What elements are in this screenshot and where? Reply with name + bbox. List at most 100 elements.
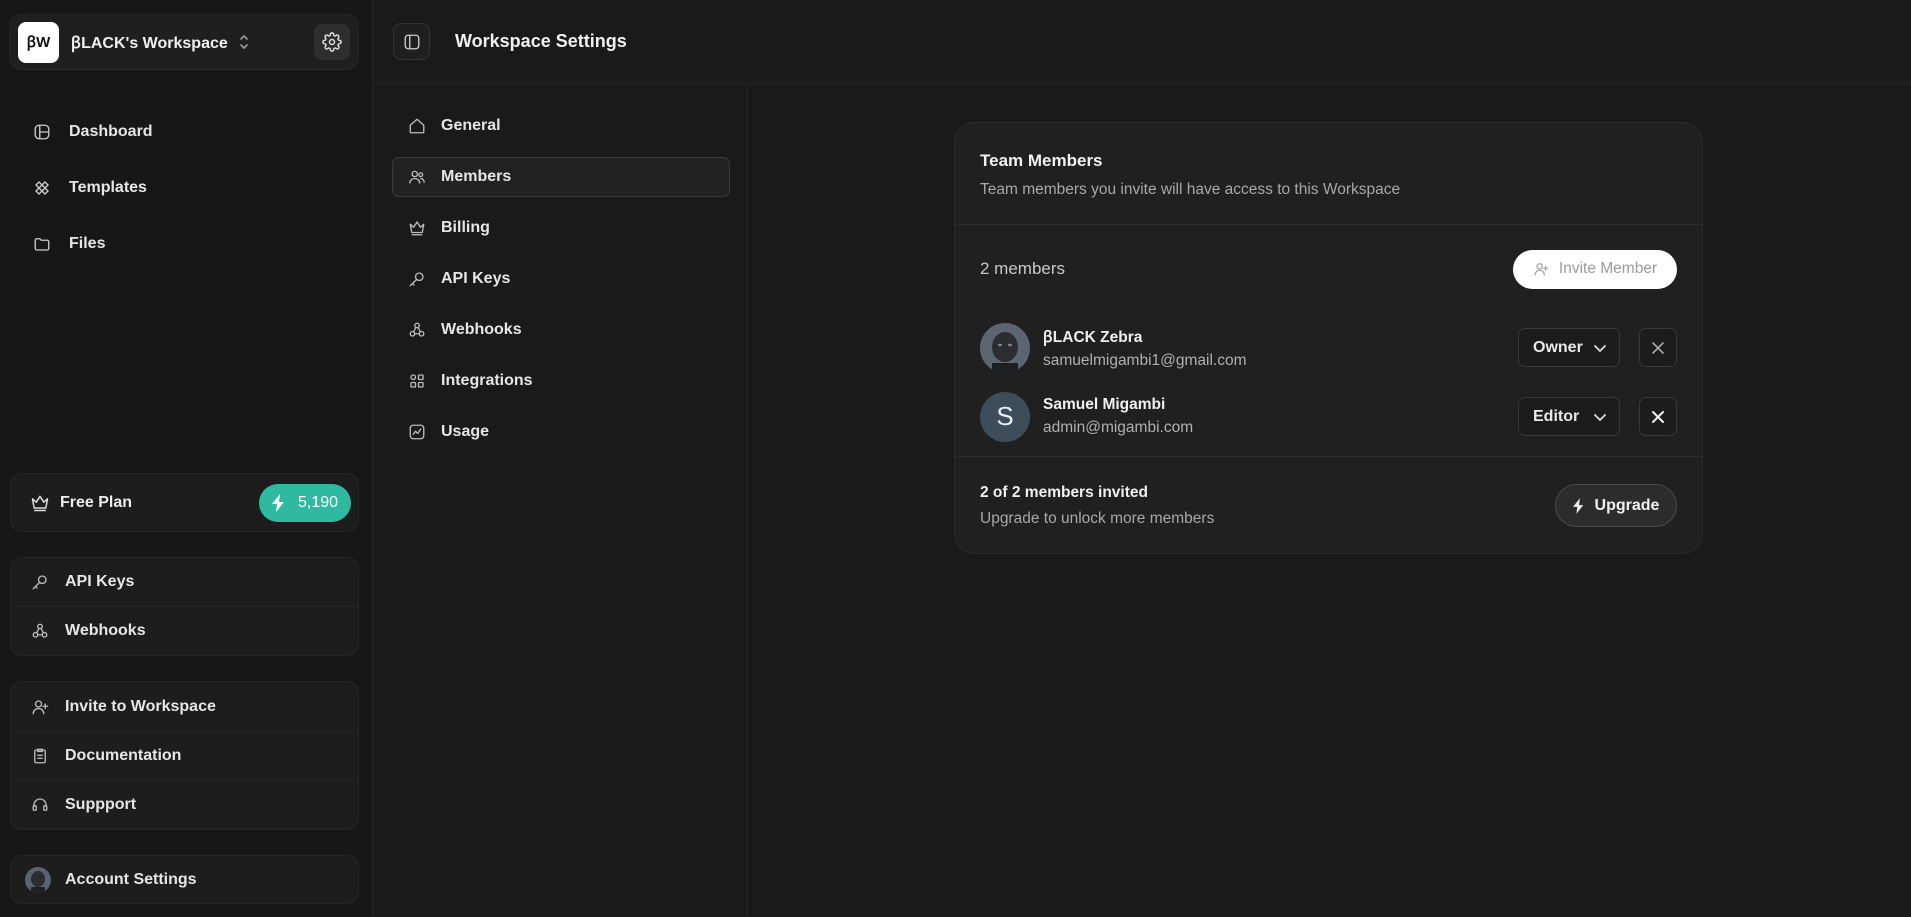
sidebar-item-webhooks[interactable]: Webhooks (11, 606, 358, 654)
crown-icon (30, 493, 50, 513)
lightning-icon (1572, 497, 1585, 514)
user-plus-icon (1533, 261, 1549, 277)
chevron-down-icon (1593, 341, 1607, 355)
card-subtitle: Team members you invite will have access… (980, 181, 1401, 198)
settings-nav: General Members Billing API Keys Webhook… (374, 85, 748, 917)
close-icon (1651, 410, 1665, 424)
sidebar-item-documentation[interactable]: Documentation (11, 731, 358, 780)
upgrade-label: Upgrade (1594, 496, 1660, 514)
settings-tab-label: Integrations (441, 372, 533, 389)
main-nav: Dashboard Templates Files (20, 104, 350, 272)
role-value: Editor (1533, 407, 1580, 425)
settings-tab-label: Webhooks (441, 321, 522, 338)
nav-item-files[interactable]: Files (20, 216, 350, 272)
sidebar-item-support[interactable]: Suppport (11, 780, 358, 829)
members-invited-count: 2 of 2 members invited (980, 483, 1148, 501)
avatar (25, 866, 51, 893)
invite-member-label: Invite Member (1558, 260, 1658, 277)
member-row: ꞵLACK Zebra samuelmigambi1@gmail.com Own… (955, 313, 1702, 382)
webhook-icon (407, 320, 427, 340)
role-select[interactable]: Owner (1518, 328, 1620, 367)
member-name: Samuel Migambi (1043, 396, 1166, 413)
settings-tab-api-keys[interactable]: API Keys (392, 259, 730, 299)
team-members-header: Team Members Team members you invite wil… (955, 123, 1702, 225)
credits-value: 5,190 (297, 493, 339, 511)
settings-tab-label: Usage (441, 423, 490, 440)
upgrade-button[interactable]: Upgrade (1555, 484, 1677, 527)
settings-tab-billing[interactable]: Billing (392, 208, 730, 248)
sidebar-item-label: API Keys (65, 573, 135, 590)
chart-icon (407, 422, 427, 442)
plan-label: Free Plan (60, 493, 133, 511)
member-name: ꞵLACK Zebra (1043, 329, 1143, 346)
settings-tab-webhooks[interactable]: Webhooks (392, 310, 730, 350)
sidebar-item-label: Invite to Workspace (65, 697, 216, 715)
sidebar-item-label: Suppport (65, 796, 137, 813)
clipboard-icon (30, 746, 50, 766)
page-title: Workspace Settings (455, 31, 627, 51)
remove-member-button[interactable] (1639, 397, 1677, 436)
lightning-icon (271, 493, 286, 512)
workspace-name: ꞵLACK's Workspace (71, 35, 228, 52)
home-icon (407, 116, 427, 136)
webhook-icon (30, 621, 50, 641)
sidebar: ꞵW ꞵLACK's Workspace Dashboard Templates (0, 0, 373, 917)
nav-item-templates[interactable]: Templates (20, 160, 350, 216)
nav-item-label: Files (69, 235, 106, 252)
members-count: 2 members (980, 259, 1066, 278)
workspace-logo: ꞵW (18, 21, 59, 63)
toggle-sidebar-button[interactable] (393, 23, 430, 60)
settings-tab-label: API Keys (441, 270, 511, 287)
sidebar-item-invite[interactable]: Invite to Workspace (11, 682, 358, 731)
role-value: Owner (1533, 338, 1583, 356)
sidebar-item-account[interactable]: Account Settings (11, 856, 358, 903)
folder-icon (32, 234, 52, 254)
key-icon (30, 572, 50, 592)
upgrade-hint: Upgrade to unlock more members (980, 509, 1215, 527)
headset-icon (30, 795, 50, 815)
account-settings-card[interactable]: Account Settings (10, 855, 359, 904)
settings-tab-label: Billing (441, 219, 490, 236)
avatar: S (980, 391, 1030, 442)
users-icon (407, 167, 427, 187)
member-email: samuelmigambi1@gmail.com (1043, 352, 1247, 369)
sidebar-item-label: Documentation (65, 747, 182, 764)
settings-tab-label: General (441, 117, 501, 134)
settings-tab-general[interactable]: General (392, 106, 730, 146)
help-links-card: Invite to Workspace Documentation Supppo… (10, 681, 359, 830)
chevrons-up-down-icon (238, 33, 250, 51)
workspace-switcher[interactable]: ꞵW ꞵLACK's Workspace (9, 14, 359, 70)
role-select[interactable]: Editor (1518, 397, 1620, 436)
credits-badge[interactable]: 5,190 (259, 483, 351, 522)
grid-icon (407, 371, 427, 391)
members-footer: 2 of 2 members invited Upgrade to unlock… (955, 456, 1702, 554)
sidebar-toggle-icon (403, 33, 421, 51)
settings-tab-usage[interactable]: Usage (392, 412, 730, 452)
settings-tab-label: Members (441, 168, 512, 185)
workspace-settings-button[interactable] (314, 24, 350, 60)
gear-icon (322, 32, 342, 52)
team-members-card: Team Members Team members you invite wil… (954, 122, 1703, 554)
nav-item-dashboard[interactable]: Dashboard (20, 104, 350, 160)
card-title: Team Members (980, 151, 1103, 170)
nav-item-label: Templates (69, 179, 147, 196)
remove-member-button[interactable] (1639, 328, 1677, 367)
crown-icon (407, 218, 427, 238)
key-icon (407, 269, 427, 289)
avatar (980, 322, 1030, 373)
plan-card[interactable]: Free Plan 5,190 (10, 473, 359, 532)
settings-tab-members[interactable]: Members (392, 157, 730, 197)
sidebar-item-label: Webhooks (65, 621, 146, 639)
account-label: Account Settings (65, 870, 197, 888)
member-email: admin@migambi.com (1043, 419, 1194, 436)
members-count-row: 2 members Invite Member (955, 225, 1702, 313)
sidebar-item-api-keys[interactable]: API Keys (11, 558, 358, 606)
chevron-down-icon (1593, 410, 1607, 424)
nav-item-label: Dashboard (69, 123, 153, 140)
invite-member-button[interactable]: Invite Member (1513, 249, 1677, 289)
close-icon (1651, 341, 1665, 355)
settings-tab-integrations[interactable]: Integrations (392, 361, 730, 401)
layout-icon (32, 122, 52, 142)
member-row: S Samuel Migambi admin@migambi.com Edito… (955, 382, 1702, 451)
quick-links-card: API Keys Webhooks (10, 557, 359, 656)
